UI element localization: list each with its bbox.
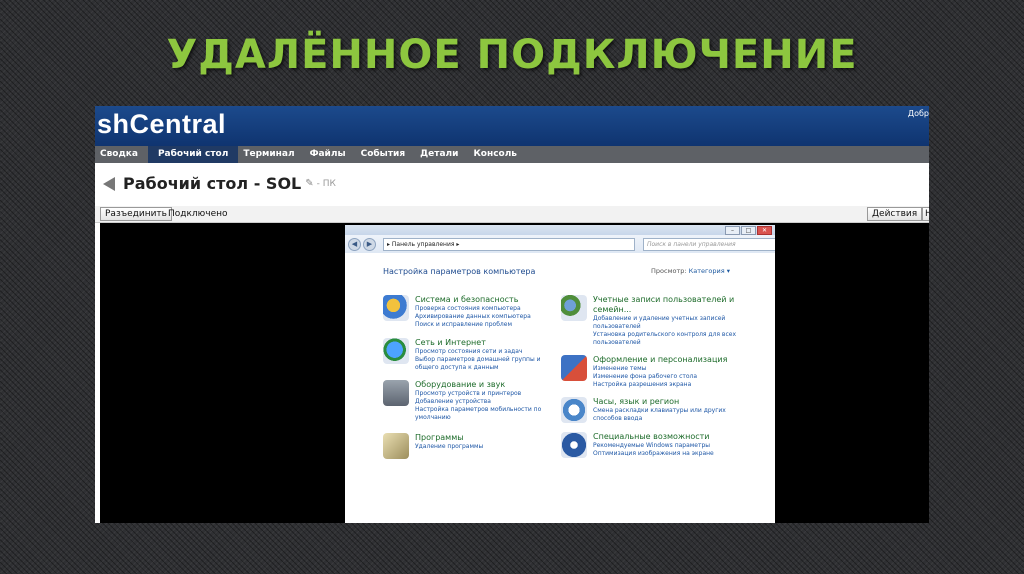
desktop-header: Рабочий стол - SOL ✎ - ПК: [103, 174, 336, 193]
disconnect-button[interactable]: Разъединить: [100, 207, 172, 221]
category-link[interactable]: пользователей: [593, 323, 736, 331]
category-clock-region[interactable]: Часы, язык и регион Смена раскладки клав…: [561, 397, 726, 423]
category-title[interactable]: Оборудование и звук: [415, 380, 541, 390]
brand-logo: shCentral: [97, 109, 227, 139]
category-programs[interactable]: Программы Удаление программы: [383, 433, 483, 459]
pencil-icon[interactable]: ✎: [305, 178, 313, 189]
forward-icon[interactable]: ▶: [363, 238, 376, 251]
accessibility-icon: [561, 432, 587, 458]
category-link[interactable]: Смена раскладки клавиатуры или других: [593, 407, 726, 415]
tab-desktop[interactable]: Рабочий стол: [147, 146, 239, 163]
category-link[interactable]: Выбор параметров домашней группы и: [415, 356, 541, 364]
tab-events[interactable]: События: [356, 146, 416, 163]
programs-icon: [383, 433, 409, 459]
actions-button[interactable]: Действия: [867, 207, 923, 221]
category-link[interactable]: Установка родительского контроля для все…: [593, 331, 736, 339]
close-icon[interactable]: ✕: [757, 226, 772, 235]
category-accessibility[interactable]: Специальные возможности Рекомендуемые Wi…: [561, 432, 714, 458]
view-by-select[interactable]: Категория ▾: [689, 267, 730, 275]
screenshot-frame: shCentral Добр Сводка Рабочий стол Терми…: [95, 106, 929, 523]
category-link[interactable]: способов ввода: [593, 415, 726, 423]
users-icon: [561, 295, 587, 321]
category-link[interactable]: Архивирование данных компьютера: [415, 313, 531, 321]
next-button[interactable]: Н: [922, 207, 929, 221]
view-by: Просмотр: Категория ▾: [651, 267, 730, 275]
category-link[interactable]: Рекомендуемые Windows параметры: [593, 442, 714, 450]
session-toolbar: Разъединить Подключено Действия Н: [95, 206, 929, 223]
tab-console[interactable]: Консоль: [468, 146, 527, 163]
category-link[interactable]: Просмотр устройств и принтеров: [415, 390, 541, 398]
category-link[interactable]: Изменение темы: [593, 365, 727, 373]
category-network[interactable]: Сеть и Интернет Просмотр состояния сети …: [383, 338, 541, 372]
tab-summary[interactable]: Сводка: [95, 146, 148, 163]
category-link[interactable]: Удаление программы: [415, 443, 483, 451]
category-users[interactable]: Учетные записи пользователей и семейн...…: [561, 295, 736, 347]
appearance-icon: [561, 355, 587, 381]
user-greeting[interactable]: Добр: [908, 109, 929, 118]
cp-search-input[interactable]: Поиск в панели управления: [643, 238, 775, 251]
back-icon[interactable]: ◀: [348, 238, 361, 251]
desktop-title: Рабочий стол - SOL: [123, 174, 302, 193]
network-icon: [383, 338, 409, 364]
category-hardware[interactable]: Оборудование и звук Просмотр устройств и…: [383, 380, 541, 422]
address-bar[interactable]: ▸ Панель управления ▸: [383, 238, 635, 251]
category-title[interactable]: Сеть и Интернет: [415, 338, 541, 348]
category-link[interactable]: Оптимизация изображения на экране: [593, 450, 714, 458]
category-title[interactable]: Часы, язык и регион: [593, 397, 726, 407]
minimize-icon[interactable]: –: [725, 226, 740, 235]
tab-files[interactable]: Файлы: [305, 146, 356, 163]
tab-terminal[interactable]: Терминал: [238, 146, 304, 163]
shield-icon: [383, 295, 409, 321]
desktop-subtitle: - ПК: [316, 178, 336, 189]
tab-details[interactable]: Детали: [415, 146, 468, 163]
category-link[interactable]: Добавление устройства: [415, 398, 541, 406]
remote-window[interactable]: – □ ✕ ◀ ▶ ▸ Панель управления ▸ Поиск в …: [345, 225, 775, 523]
category-title[interactable]: Учетные записи пользователей и: [593, 295, 736, 305]
category-link[interactable]: общего доступа к данным: [415, 364, 541, 372]
back-arrow-icon[interactable]: [103, 176, 115, 191]
printer-icon: [383, 380, 409, 406]
category-link[interactable]: Поиск и исправление проблем: [415, 321, 531, 329]
clock-icon: [561, 397, 587, 423]
category-link[interactable]: Проверка состояния компьютера: [415, 305, 531, 313]
app-banner: shCentral Добр: [95, 106, 929, 146]
address-row: ◀ ▶ ▸ Панель управления ▸ Поиск в панели…: [345, 235, 775, 253]
view-by-label: Просмотр:: [651, 267, 687, 275]
category-link[interactable]: Настройка разрешения экрана: [593, 381, 727, 389]
category-appearance[interactable]: Оформление и персонализация Изменение те…: [561, 355, 727, 389]
category-link[interactable]: Настройка параметров мобильности по: [415, 406, 541, 414]
category-title[interactable]: Оформление и персонализация: [593, 355, 727, 365]
category-link[interactable]: Изменение фона рабочего стола: [593, 373, 727, 381]
nav-tabs: Сводка Рабочий стол Терминал Файлы Событ…: [95, 146, 929, 163]
category-title[interactable]: Программы: [415, 433, 483, 443]
category-link[interactable]: Добавление и удаление учетных записей: [593, 315, 736, 323]
category-link[interactable]: умолчанию: [415, 414, 541, 422]
category-title-cont[interactable]: семейн...: [593, 305, 736, 315]
remote-titlebar[interactable]: – □ ✕: [345, 225, 775, 235]
maximize-icon[interactable]: □: [741, 226, 756, 235]
category-title[interactable]: Система и безопасность: [415, 295, 531, 305]
slide-title: УДАЛЁННОЕ ПОДКЛЮЧЕНИЕ: [166, 32, 858, 78]
cp-heading: Настройка параметров компьютера: [383, 267, 536, 276]
category-system-security[interactable]: Система и безопасность Проверка состояни…: [383, 295, 531, 329]
connection-status: Подключено: [168, 209, 228, 219]
category-link[interactable]: Просмотр состояния сети и задач: [415, 348, 541, 356]
category-title[interactable]: Специальные возможности: [593, 432, 714, 442]
category-link[interactable]: пользователей: [593, 339, 736, 347]
